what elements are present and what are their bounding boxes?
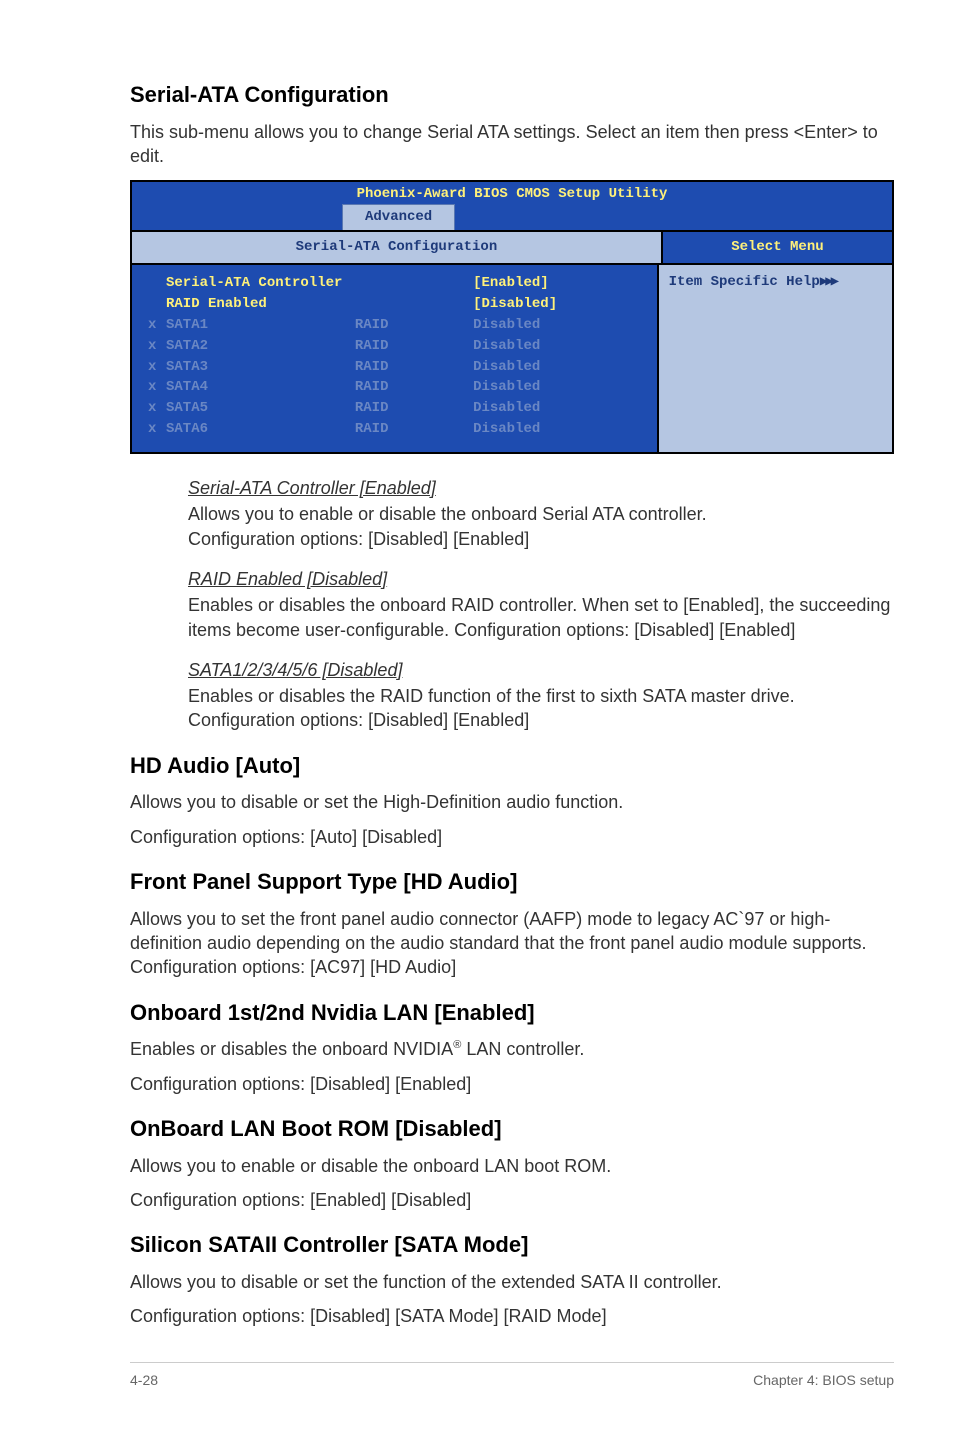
heading-front-panel: Front Panel Support Type [HD Audio] xyxy=(130,867,894,897)
bios-tab-row: Advanced xyxy=(132,204,892,230)
body-silicon-sata-1: Allows you to disable or set the functio… xyxy=(130,1270,894,1294)
subitem-body-3b: Configuration options: [Disabled] [Enabl… xyxy=(188,708,894,732)
body-onboard-lan-1: Enables or disables the onboard NVIDIA® … xyxy=(130,1037,894,1061)
bios-row: RAID Enabled [Disabled] xyxy=(148,294,641,315)
bios-row: xSATA5RAIDDisabled xyxy=(148,398,641,419)
heading-silicon-sata: Silicon SATAII Controller [SATA Mode] xyxy=(130,1230,894,1260)
bios-row-label: xSATA2 xyxy=(148,337,355,356)
bios-help-arrow-icon: ▶▶▶ xyxy=(820,274,836,290)
body-front-panel: Allows you to set the front panel audio … xyxy=(130,907,894,980)
bios-row-value: [Disabled] xyxy=(473,295,640,314)
heading-serial-ata-config: Serial-ATA Configuration xyxy=(130,80,894,110)
body-silicon-sata-2: Configuration options: [Disabled] [SATA … xyxy=(130,1304,894,1328)
subitem-body-3a: Enables or disables the RAID function of… xyxy=(188,684,894,708)
bios-row-value: Disabled xyxy=(473,358,640,377)
bios-row: xSATA6RAIDDisabled xyxy=(148,419,641,440)
body-lan-boot-rom-1: Allows you to enable or disable the onbo… xyxy=(130,1154,894,1178)
bios-row-label: xSATA4 xyxy=(148,378,355,397)
bios-row-label: xSATA1 xyxy=(148,316,355,335)
subitem-title-1: Serial-ATA Controller [Enabled] xyxy=(188,476,894,500)
bios-row-mid: RAID xyxy=(355,316,473,335)
subitem-body-1b: Configuration options: [Disabled] [Enabl… xyxy=(188,527,894,551)
subitem-title-3: SATA1/2/3/4/5/6 [Disabled] xyxy=(188,658,894,682)
bios-row-mid: RAID xyxy=(355,378,473,397)
footer-page-number: 4-28 xyxy=(130,1371,158,1390)
body-hd-audio-1: Allows you to disable or set the High-De… xyxy=(130,790,894,814)
bios-row-label: Serial-ATA Controller xyxy=(148,274,355,293)
bios-row-mid: RAID xyxy=(355,337,473,356)
bios-row: xSATA2RAIDDisabled xyxy=(148,336,641,357)
bios-row-label: xSATA6 xyxy=(148,420,355,439)
bios-row-mid xyxy=(355,295,473,314)
bios-tab-advanced: Advanced xyxy=(342,204,455,230)
bios-help-label: Item Specific Help xyxy=(669,274,820,290)
heading-onboard-lan: Onboard 1st/2nd Nvidia LAN [Enabled] xyxy=(130,998,894,1028)
bios-row: Serial-ATA Controller [Enabled] xyxy=(148,273,641,294)
bios-row-label: xSATA5 xyxy=(148,399,355,418)
bios-row-label: RAID Enabled xyxy=(148,295,355,314)
bios-row-value: [Enabled] xyxy=(473,274,640,293)
body-onboard-lan-2: Configuration options: [Disabled] [Enabl… xyxy=(130,1072,894,1096)
bios-row-value: Disabled xyxy=(473,337,640,356)
bios-select-menu: Select Menu xyxy=(663,232,892,263)
bios-screenshot: Phoenix-Award BIOS CMOS Setup Utility Ad… xyxy=(130,180,894,454)
bios-row: xSATA4RAIDDisabled xyxy=(148,377,641,398)
bios-row-mid: RAID xyxy=(355,399,473,418)
footer-chapter: Chapter 4: BIOS setup xyxy=(753,1371,894,1390)
body-lan-boot-rom-2: Configuration options: [Enabled] [Disabl… xyxy=(130,1188,894,1212)
bios-row-mid: RAID xyxy=(355,420,473,439)
intro-serial-ata-config: This sub-menu allows you to change Seria… xyxy=(130,120,894,169)
bios-row-mid: RAID xyxy=(355,358,473,377)
bios-row-value: Disabled xyxy=(473,316,640,335)
subitem-title-2: RAID Enabled [Disabled] xyxy=(188,567,894,591)
bios-subheading: Serial-ATA Configuration xyxy=(132,232,663,263)
body-hd-audio-2: Configuration options: [Auto] [Disabled] xyxy=(130,825,894,849)
bios-row: xSATA1RAIDDisabled xyxy=(148,315,641,336)
bios-help-panel: Item Specific Help▶▶▶ xyxy=(659,265,892,452)
subitem-body-1a: Allows you to enable or disable the onbo… xyxy=(188,502,894,526)
page-footer: 4-28 Chapter 4: BIOS setup xyxy=(130,1362,894,1390)
heading-lan-boot-rom: OnBoard LAN Boot ROM [Disabled] xyxy=(130,1114,894,1144)
bios-title: Phoenix-Award BIOS CMOS Setup Utility xyxy=(132,182,892,204)
bios-row-value: Disabled xyxy=(473,399,640,418)
heading-hd-audio: HD Audio [Auto] xyxy=(130,751,894,781)
body-onboard-lan-post: LAN controller. xyxy=(461,1039,584,1059)
body-onboard-lan-pre: Enables or disables the onboard NVIDIA xyxy=(130,1039,453,1059)
bios-row-value: Disabled xyxy=(473,378,640,397)
subitem-body-2: Enables or disables the onboard RAID con… xyxy=(188,593,894,642)
bios-row-label: xSATA3 xyxy=(148,358,355,377)
bios-row: xSATA3RAIDDisabled xyxy=(148,357,641,378)
bios-row-value: Disabled xyxy=(473,420,640,439)
bios-row-mid xyxy=(355,274,473,293)
bios-rows: Serial-ATA Controller [Enabled] RAID Enab… xyxy=(132,265,659,452)
